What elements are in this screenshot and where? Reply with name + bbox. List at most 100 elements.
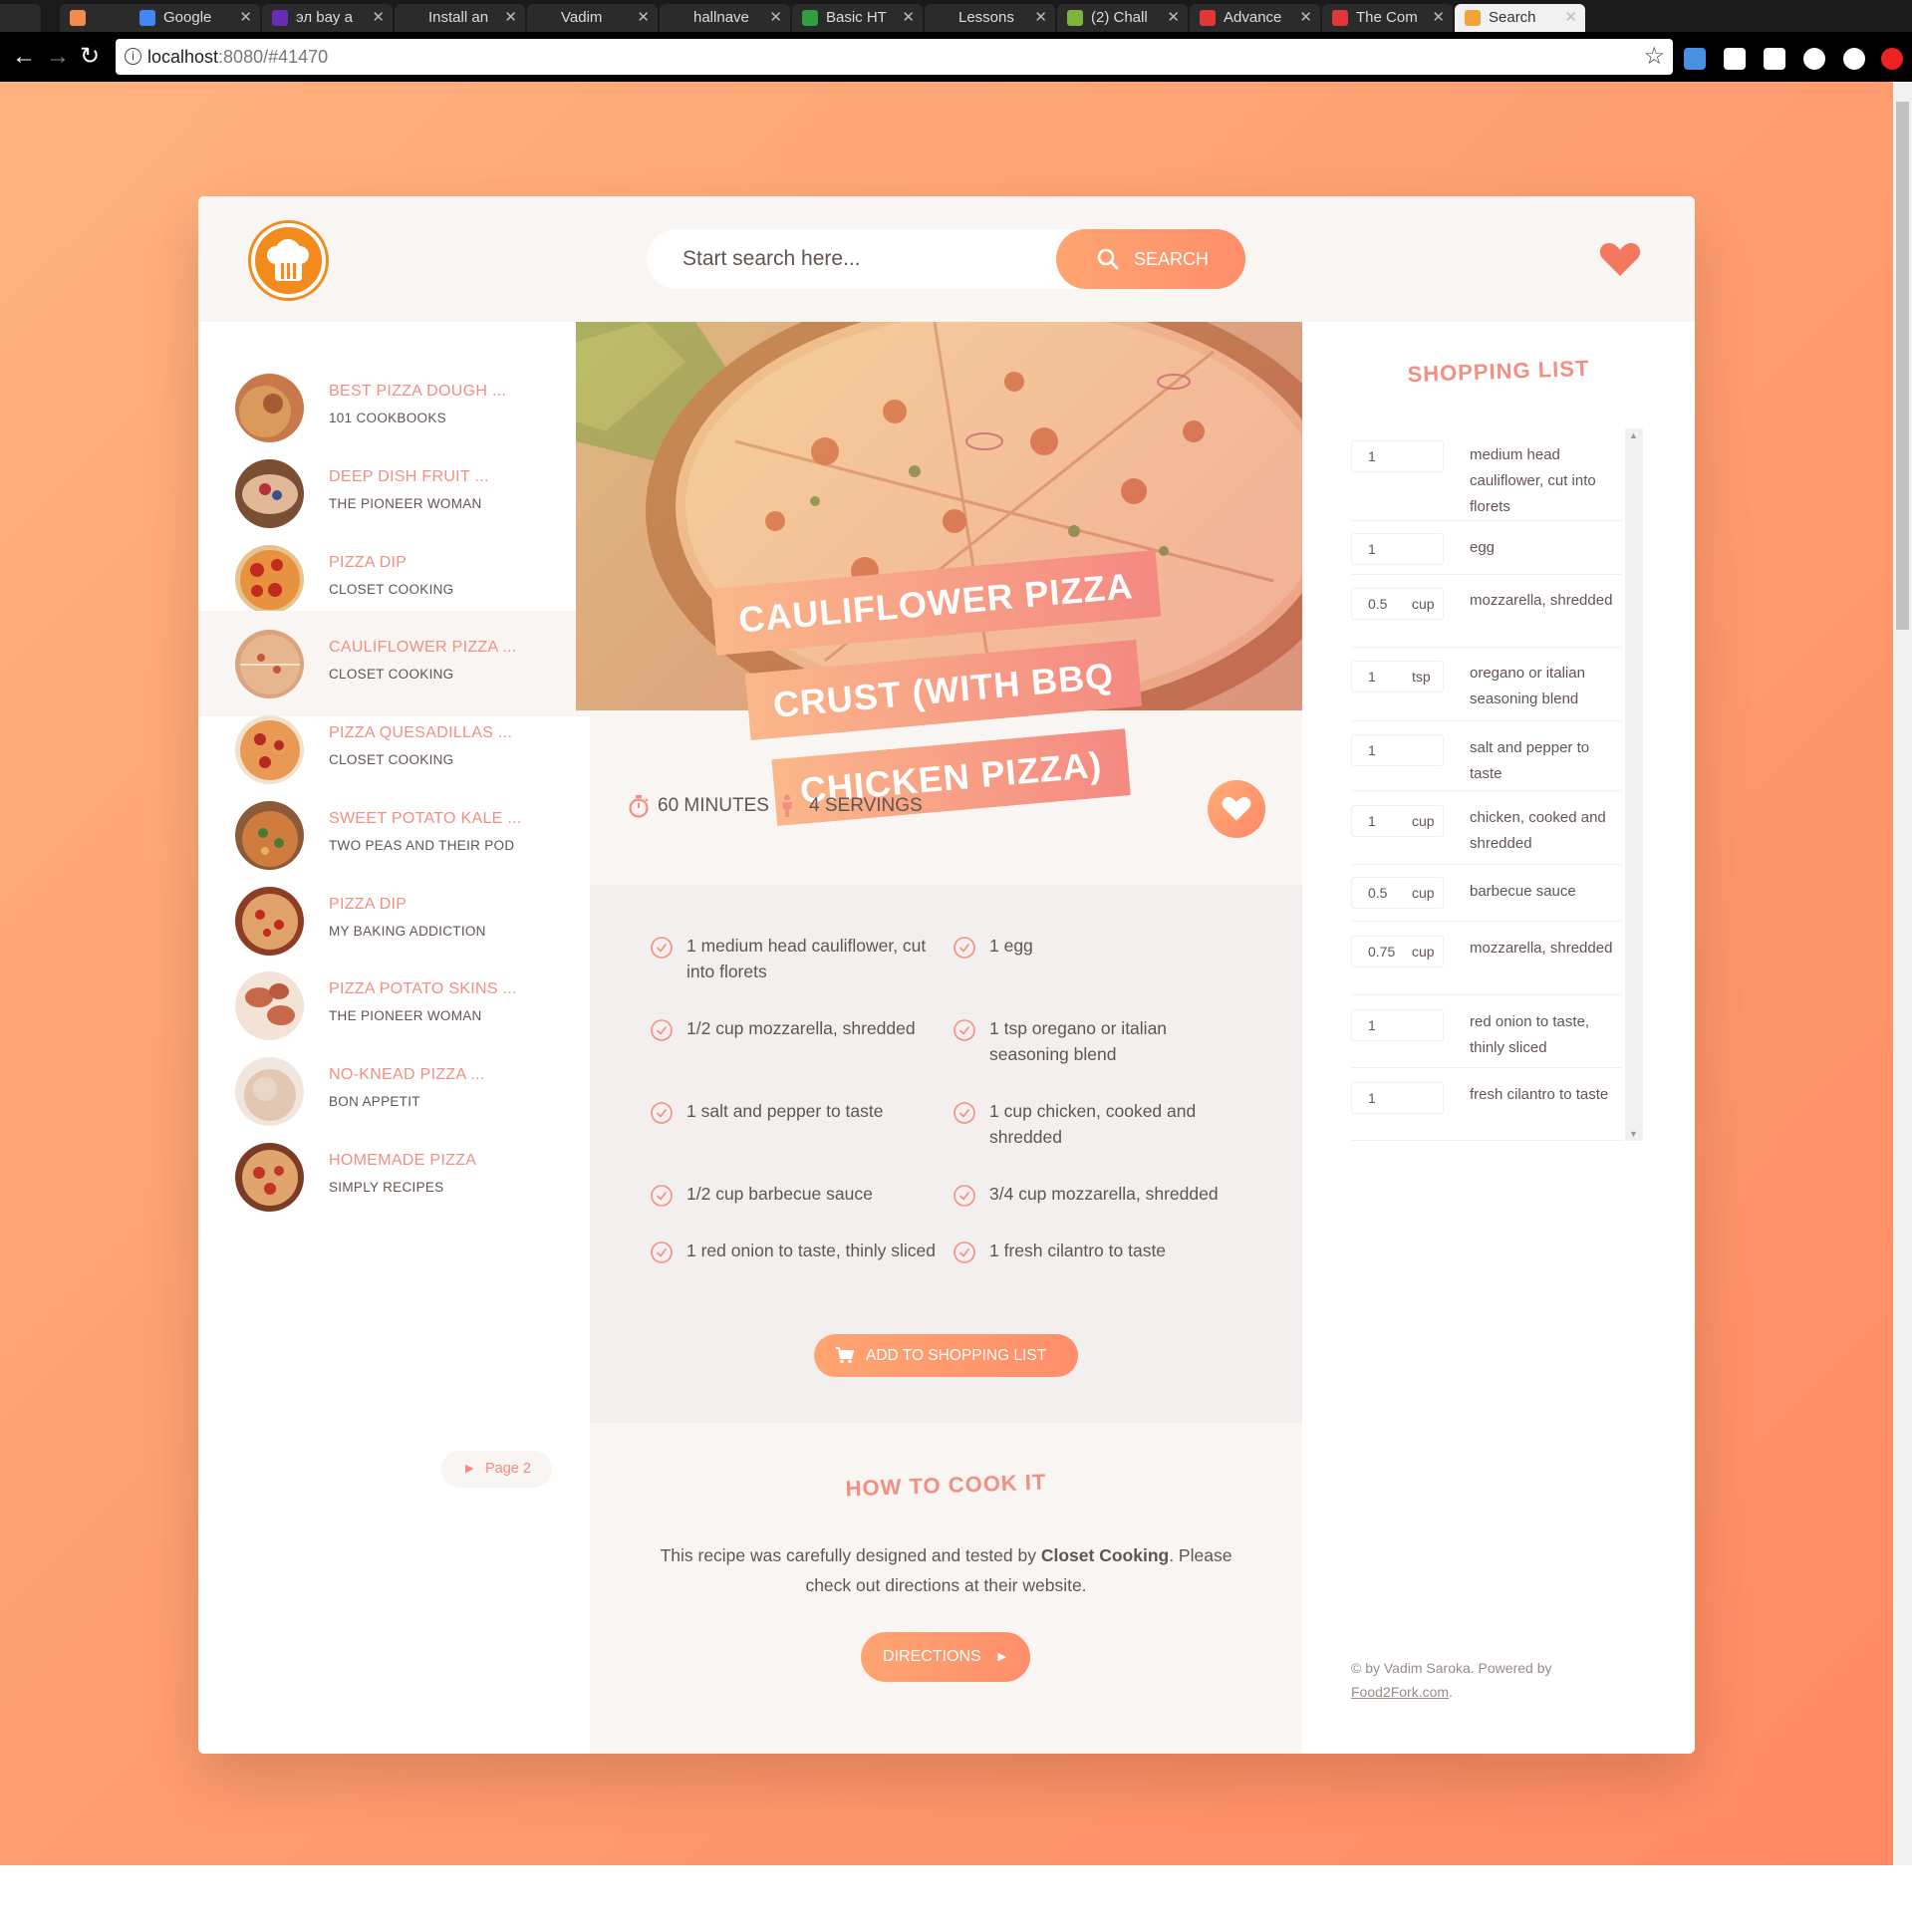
quantity-input[interactable]: 0.5 cup [1351, 877, 1444, 909]
shopping-item-description: salt and pepper to taste [1470, 739, 1590, 782]
result-thumbnail [235, 1143, 304, 1212]
check-circle-icon [651, 1185, 673, 1207]
close-icon[interactable]: ✕ [1034, 4, 1047, 32]
close-icon[interactable]: ✕ [372, 4, 385, 32]
browser-tab[interactable]: Lessons ✕ [925, 4, 1055, 32]
search-input[interactable] [683, 229, 1051, 289]
back-icon[interactable]: ← [12, 42, 36, 72]
quantity-input[interactable]: 1 [1351, 533, 1444, 565]
extension-icon[interactable] [1724, 48, 1746, 70]
result-title: PIZZA QUESADILLAS ... [329, 724, 513, 741]
tab-favicon-icon [1067, 10, 1083, 26]
extension-icon[interactable] [1764, 48, 1785, 70]
close-icon[interactable]: ✕ [902, 4, 915, 32]
result-author: BON APPETIT [329, 1094, 420, 1109]
result-thumbnail [235, 887, 304, 956]
shopping-item-description: egg [1470, 539, 1496, 556]
quantity-input[interactable]: 1 [1351, 440, 1444, 472]
quantity-input[interactable]: 1 [1351, 1082, 1444, 1114]
search-button[interactable]: SEARCH [1056, 229, 1245, 289]
result-title: PIZZA POTATO SKINS ... [329, 980, 517, 997]
quantity-input[interactable]: 1 [1351, 734, 1444, 766]
close-icon[interactable]: ✕ [504, 4, 517, 32]
browser-tab[interactable]: The Com ✕ [1322, 4, 1453, 32]
like-recipe-button[interactable] [1208, 780, 1265, 838]
reload-icon[interactable]: ↻ [80, 42, 100, 72]
forward-icon[interactable]: → [46, 42, 70, 72]
shopping-list: SHOPPING LIST 1 medium head cauliflower,… [1302, 322, 1695, 1754]
close-icon[interactable]: ✕ [637, 4, 650, 32]
shopping-list-scrollbar[interactable]: ▲ ▼ [1625, 428, 1643, 1141]
result-author: 101 COOKBOOKS [329, 411, 446, 425]
tab-favicon-icon [802, 10, 818, 26]
quantity-input[interactable]: 0.5 cup [1351, 588, 1444, 620]
chef-hat-icon [267, 239, 309, 281]
quantity-input[interactable]: 1 cup [1351, 805, 1444, 837]
food2fork-link[interactable]: Food2Fork.com [1351, 1684, 1449, 1700]
shopping-item: 1 egg [1351, 521, 1622, 575]
triangle-right-icon: ▶ [465, 1463, 474, 1475]
next-page-button[interactable]: ▶ Page 2 [441, 1451, 552, 1488]
close-icon[interactable]: ✕ [769, 4, 782, 32]
result-title: HOMEMADE PIZZA [329, 1152, 477, 1169]
result-author: THE PIONEER WOMAN [329, 1008, 482, 1023]
shopping-item: 0.5 cup mozzarella, shredded [1351, 575, 1622, 648]
ingredient-item: 1 cup chicken, cooked and shredded [953, 1098, 1241, 1150]
browser-tab[interactable]: Google ✕ [130, 4, 260, 32]
ingredient-item: 1 egg [953, 933, 1241, 959]
shopping-item-description: barbecue sauce [1470, 883, 1576, 900]
browser-tab[interactable]: (2) Chall ✕ [1057, 4, 1188, 32]
likes-menu[interactable] [1599, 241, 1641, 282]
page-scrollbar[interactable] [1893, 82, 1912, 1865]
scrollbar-thumb[interactable] [1896, 102, 1909, 630]
check-circle-icon [651, 1019, 673, 1041]
scroll-up-icon[interactable]: ▲ [1629, 430, 1638, 440]
check-circle-icon [954, 937, 975, 959]
tab-favicon-icon [1465, 10, 1481, 26]
add-to-shopping-list-button[interactable]: ADD TO SHOPPING LIST [814, 1334, 1078, 1377]
quantity-input[interactable]: 1 tsp [1351, 661, 1444, 692]
browser-tab[interactable] [0, 4, 41, 32]
search-icon [1097, 248, 1119, 270]
recipe-duration: 60 MINUTES [628, 795, 769, 818]
check-circle-icon [651, 937, 673, 959]
close-icon[interactable]: ✕ [1432, 4, 1445, 32]
ingredients-list: 1 medium head cauliflower, cut into flor… [590, 885, 1302, 1423]
shopping-item: 1 cup chicken, cooked and shredded [1351, 791, 1622, 865]
shopping-item-description: red onion to taste, thinly sliced [1470, 1013, 1590, 1056]
directions-button[interactable]: DIRECTIONS ▶ [861, 1632, 1030, 1682]
browser-tab[interactable]: Basic HT ✕ [792, 4, 923, 32]
browser-tab[interactable]: Advance ✕ [1190, 4, 1320, 32]
extension-icon[interactable] [1684, 48, 1706, 70]
bookmark-star-icon[interactable]: ☆ [1643, 39, 1665, 75]
shopping-items: 1 medium head cauliflower, cut into flor… [1351, 428, 1643, 1315]
logo[interactable] [251, 223, 326, 298]
browser-tab[interactable]: hallnave ✕ [660, 4, 790, 32]
close-icon[interactable]: ✕ [1167, 4, 1180, 32]
result-author: CLOSET COOKING [329, 667, 454, 682]
extension-icon[interactable] [1881, 48, 1903, 70]
scroll-down-icon[interactable]: ▼ [1629, 1129, 1638, 1139]
recipe-servings: 4 SERVINGS [779, 794, 923, 817]
shopping-item: 1 medium head cauliflower, cut into flor… [1351, 428, 1622, 521]
browser-tab[interactable]: эл bay a ✕ [262, 4, 393, 32]
ingredient-item: 1 medium head cauliflower, cut into flor… [650, 933, 939, 984]
close-icon[interactable]: ✕ [239, 4, 252, 32]
url-field[interactable]: i localhost:8080/#41470 ☆ [116, 39, 1673, 75]
info-icon[interactable]: i [125, 48, 141, 65]
browser-tab[interactable]: Install an ✕ [395, 4, 525, 32]
browser-tab[interactable]: Vadim ✕ [527, 4, 658, 32]
result-item[interactable]: HOMEMADE PIZZA SIMPLY RECIPES [198, 1124, 590, 1230]
quantity-input[interactable]: 1 [1351, 1009, 1444, 1041]
result-title: NO-KNEAD PIZZA ... [329, 1066, 485, 1083]
google-icon [139, 10, 155, 26]
quantity-input[interactable]: 0.75 cup [1351, 936, 1444, 967]
close-icon[interactable]: ✕ [1564, 4, 1577, 32]
check-circle-icon [954, 1102, 975, 1124]
react-devtools-icon[interactable] [1843, 48, 1865, 70]
result-author: SIMPLY RECIPES [329, 1180, 444, 1195]
extension-icon[interactable] [1803, 48, 1825, 70]
header: SEARCH [198, 196, 1695, 322]
browser-tab-active[interactable]: Search ✕ [1455, 4, 1585, 32]
close-icon[interactable]: ✕ [1299, 4, 1312, 32]
